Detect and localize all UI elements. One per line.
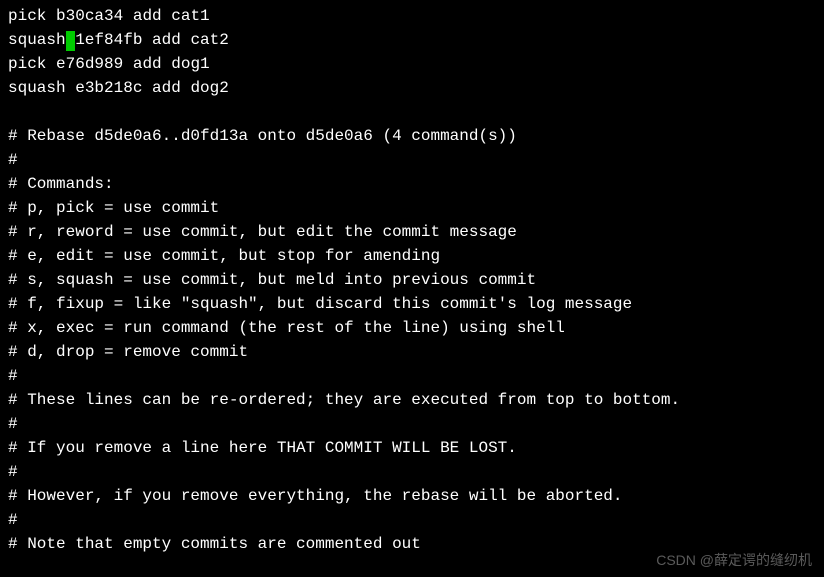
comment-line: # xyxy=(8,460,816,484)
comment-line: # If you remove a line here THAT COMMIT … xyxy=(8,436,816,460)
rebase-action: pick xyxy=(8,55,46,73)
comment-line: # xyxy=(8,508,816,532)
cursor xyxy=(66,31,76,50)
commit-hash: e3b218c xyxy=(75,79,142,97)
rebase-action: squash xyxy=(8,31,66,49)
commit-message: add cat1 xyxy=(133,7,210,25)
comment-line: # e, edit = use commit, but stop for ame… xyxy=(8,244,816,268)
comment-line: # Rebase d5de0a6..d0fd13a onto d5de0a6 (… xyxy=(8,124,816,148)
comment-line: # f, fixup = like "squash", but discard … xyxy=(8,292,816,316)
comment-line: # xyxy=(8,364,816,388)
commit-message: add dog1 xyxy=(133,55,210,73)
blank-line xyxy=(8,100,816,124)
comment-line: # s, squash = use commit, but meld into … xyxy=(8,268,816,292)
comment-line: # x, exec = run command (the rest of the… xyxy=(8,316,816,340)
terminal-output[interactable]: pick b30ca34 add cat1 squash 1ef84fb add c… xyxy=(8,4,816,556)
comment-line: # However, if you remove everything, the… xyxy=(8,484,816,508)
rebase-action: pick xyxy=(8,7,46,25)
rebase-commit-line[interactable]: squash e3b218c add dog2 xyxy=(8,76,816,100)
comment-line: # r, reword = use commit, but edit the c… xyxy=(8,220,816,244)
commit-hash: b30ca34 xyxy=(56,7,123,25)
commit-hash: 1ef84fb xyxy=(75,31,142,49)
rebase-commit-line[interactable]: pick e76d989 add dog1 xyxy=(8,52,816,76)
rebase-commit-line[interactable]: pick b30ca34 add cat1 xyxy=(8,4,816,28)
comment-line: # xyxy=(8,412,816,436)
comment-line: # d, drop = remove commit xyxy=(8,340,816,364)
commit-message: add cat2 xyxy=(152,31,229,49)
comment-line: # xyxy=(8,148,816,172)
rebase-action: squash xyxy=(8,79,66,97)
comment-line: # Note that empty commits are commented … xyxy=(8,532,816,556)
rebase-commit-line[interactable]: squash 1ef84fb add cat2 xyxy=(8,28,816,52)
commit-message: add dog2 xyxy=(152,79,229,97)
comment-line: # p, pick = use commit xyxy=(8,196,816,220)
comment-line: # These lines can be re-ordered; they ar… xyxy=(8,388,816,412)
commit-hash: e76d989 xyxy=(56,55,123,73)
comment-line: # Commands: xyxy=(8,172,816,196)
